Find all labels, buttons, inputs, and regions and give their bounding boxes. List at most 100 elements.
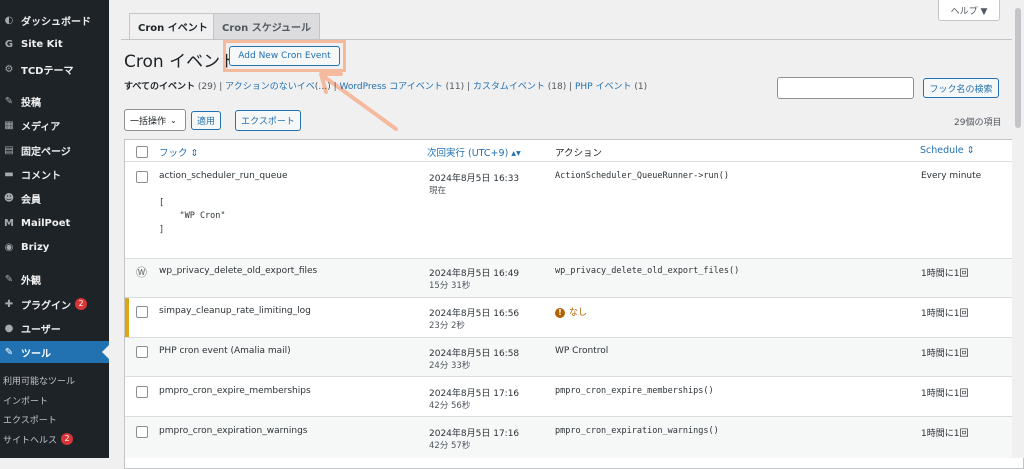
sidebar-item-pages[interactable]: ▤ 固定ページ (0, 139, 109, 161)
sitekit-icon: G (4, 38, 14, 50)
members-icon: ☻ (3, 192, 15, 204)
column-header-schedule[interactable]: Schedule ⇕ (920, 145, 975, 156)
wordpress-icon: Ⓦ (136, 266, 147, 279)
sidebar-subitem-site-health[interactable]: サイトヘルス 2 (3, 431, 74, 447)
row-divider (125, 297, 1023, 298)
sidebar-item-tcd[interactable]: ⚙ TCDテーマ (0, 58, 109, 80)
row-checkbox[interactable] (136, 426, 148, 438)
filter-custom-count: (18) (547, 82, 567, 92)
sidebar-item-media[interactable]: ▦ メディア (0, 114, 109, 136)
plugins-icon: ✚ (4, 298, 14, 310)
hook-name: wp_privacy_delete_old_export_files (159, 266, 318, 276)
sidebar-item-mailpoet[interactable]: M MailPoet (0, 212, 109, 234)
tab-cron-schedules[interactable]: Cron スケジュール (213, 13, 321, 39)
update-count-badge: 2 (75, 298, 87, 310)
sidebar-item-label: プラグイン (21, 300, 71, 312)
row-divider (125, 376, 1023, 377)
sidebar-item-label: 会員 (21, 194, 41, 206)
row-checkbox[interactable] (136, 386, 148, 398)
site-health-badge: 2 (61, 433, 74, 445)
sidebar-item-label: 固定ページ (21, 146, 71, 158)
export-button[interactable]: エクスポート (235, 110, 301, 131)
sidebar-item-label: ユーザー (21, 324, 61, 336)
filter-core[interactable]: WordPress コアイベント (340, 82, 443, 92)
hook-search-input[interactable] (777, 77, 914, 99)
dashboard-icon: ◐ (4, 14, 14, 26)
hook-args-close: ] (159, 225, 165, 235)
sidebar-item-dashboard[interactable]: ◐ ダッシュボード (0, 9, 109, 31)
pages-icon: ▤ (4, 144, 14, 156)
sidebar-item-appearance[interactable]: ✎ 外観 (0, 268, 109, 290)
next-run-relative: 24分 33秒 (429, 361, 471, 371)
sidebar-item-brizy[interactable]: ◉ Brizy (0, 236, 109, 258)
scrollbar-thumb[interactable] (1015, 8, 1021, 128)
column-header-next-run[interactable]: 次回実行 (UTC+9) ▴▾ (427, 145, 521, 159)
row-checkbox[interactable] (136, 346, 148, 358)
mailpoet-icon: M (4, 217, 14, 229)
sidebar-item-label: ツール (21, 348, 51, 360)
action-callback: pmpro_cron_expire_memberships() (555, 386, 714, 396)
filter-php-count: (1) (634, 82, 648, 92)
sidebar-item-label: Site Kit (21, 38, 63, 50)
bulk-actions-select[interactable]: 一括操作 ⌄ (124, 109, 186, 131)
schedule-value: 1時間に1回 (921, 269, 969, 279)
schedule-value: 1時間に1回 (921, 309, 969, 319)
row-checkbox[interactable] (136, 171, 148, 183)
select-all-checkbox[interactable] (136, 146, 148, 158)
next-run-relative: 15分 31秒 (429, 281, 471, 291)
sidebar-item-plugins[interactable]: ✚ プラグイン 2 (0, 293, 109, 315)
row-checkbox[interactable] (136, 306, 148, 318)
sidebar-item-label: 外観 (21, 275, 41, 287)
next-run-date: 2024年8月5日 16:58 (429, 349, 520, 359)
filter-php[interactable]: PHP イベント (575, 82, 631, 92)
action-none-warning: ! なし (555, 305, 587, 318)
sidebar-subitem-available-tools[interactable]: 利用可能なツール (3, 372, 75, 388)
next-run-date: 2024年8月5日 17:16 (429, 389, 520, 399)
apply-button[interactable]: 適用 (191, 111, 221, 130)
sidebar-item-members[interactable]: ☻ 会員 (0, 187, 109, 209)
sidebar-item-label: MailPoet (21, 217, 71, 229)
filter-all[interactable]: すべてのイベント (124, 82, 195, 92)
sidebar-item-label: ダッシュボード (21, 16, 91, 28)
sidebar-item-label: 投稿 (21, 97, 41, 109)
filter-no-action[interactable]: アクションのないイベ (225, 82, 315, 92)
row-stripe (125, 337, 1023, 376)
sidebar-item-sitekit[interactable]: G Site Kit (0, 33, 109, 55)
sidebar-item-label: メディア (21, 121, 61, 133)
sidebar-item-posts[interactable]: ✎ 投稿 (0, 90, 109, 112)
help-button[interactable]: ヘルプ ▼ (938, 0, 1000, 21)
next-run-date: 2024年8月5日 16:33 (429, 174, 520, 184)
item-count: 29個の項目 (954, 118, 1002, 128)
filter-no-action-count: (…) (314, 82, 331, 92)
sidebar-subitem-import[interactable]: インポート (3, 392, 48, 408)
tools-icon: ✎ (4, 346, 14, 358)
sidebar-item-label: TCDテーマ (21, 65, 74, 77)
row-divider (125, 416, 1023, 417)
hook-name: pmpro_cron_expire_memberships (159, 386, 311, 396)
sidebar-subitem-label: サイトヘルス (3, 435, 58, 446)
sidebar-item-tools[interactable]: ✎ ツール (0, 341, 109, 363)
hook-name: action_scheduler_run_queue (159, 171, 288, 181)
row-divider (125, 337, 1023, 338)
tab-cron-events[interactable]: Cron イベント (129, 13, 217, 39)
users-icon: ● (4, 322, 14, 334)
next-run-relative: 42分 57秒 (429, 441, 471, 451)
row-stripe (125, 258, 1023, 297)
sidebar-item-users[interactable]: ● ユーザー (0, 317, 109, 339)
warning-row-marker (125, 298, 129, 337)
posts-icon: ✎ (4, 95, 14, 107)
column-header-hook[interactable]: フック ⇕ (159, 145, 198, 159)
action-callback: wp_privacy_delete_old_export_files() (555, 266, 740, 276)
highlight-arrow-icon (319, 72, 398, 131)
admin-sidebar: ◐ ダッシュボード G Site Kit ⚙ TCDテーマ ✎ 投稿 ▦ メディア ▤ 固定… (0, 0, 109, 458)
active-caret (102, 345, 109, 359)
sidebar-item-comments[interactable]: ▬ コメント (0, 163, 109, 185)
next-run-date: 2024年8月5日 17:16 (429, 429, 520, 439)
sidebar-subitem-export[interactable]: エクスポート (3, 411, 57, 427)
row-stripe (125, 416, 1023, 458)
search-hooks-button[interactable]: フック名の検索 (923, 78, 999, 98)
next-run-relative: 42分 56秒 (429, 401, 471, 411)
filter-custom[interactable]: カスタムイベント (473, 82, 545, 92)
schedule-value: 1時間に1回 (921, 349, 969, 359)
next-run-relative: 現在 (429, 186, 447, 196)
